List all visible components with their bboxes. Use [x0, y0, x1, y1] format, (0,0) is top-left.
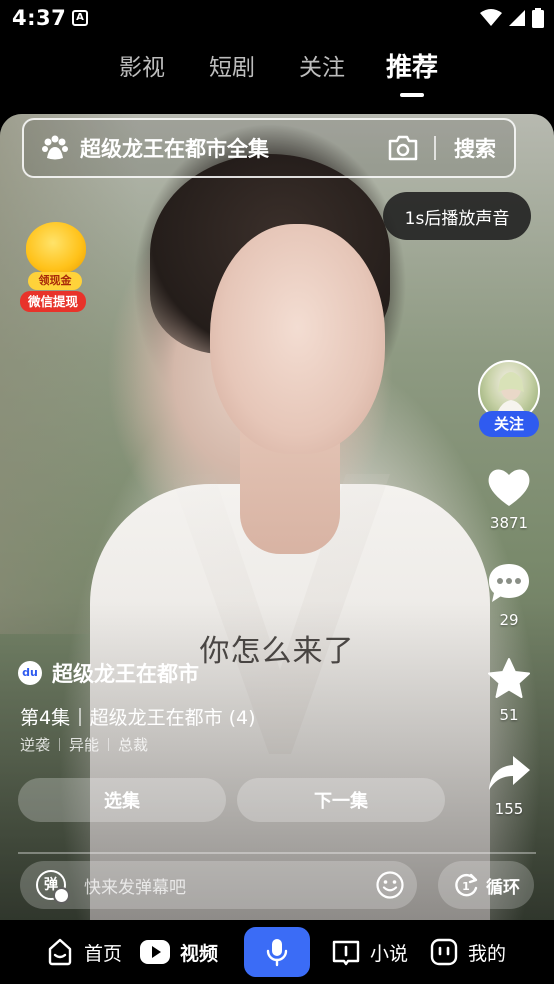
- star-icon: [488, 658, 530, 698]
- video-play-icon: [140, 940, 170, 964]
- bottom-nav: 首页 视频 小说 我的: [0, 920, 554, 984]
- home-icon: [48, 938, 72, 966]
- nav-home-label: 首页: [84, 942, 123, 965]
- top-tabs: 影视 短剧 关注 推荐: [0, 38, 554, 100]
- search-divider: [434, 136, 436, 160]
- loop-icon: 1: [455, 873, 478, 897]
- progress-divider: [18, 852, 536, 854]
- episode-info: 第4集 超级龙王在都市 (4): [20, 703, 256, 730]
- nav-home[interactable]: 首页: [44, 936, 122, 968]
- danmaku-toggle-icon[interactable]: 弹: [36, 870, 70, 904]
- tag-item[interactable]: 异能: [69, 734, 99, 755]
- baidu-paw-icon: [42, 135, 68, 160]
- episode-number: 第4集: [20, 707, 71, 729]
- tag-item[interactable]: 总裁: [118, 734, 148, 755]
- book-icon: [332, 940, 360, 966]
- notification-icon: A: [72, 10, 88, 26]
- loop-label: 循环: [486, 877, 520, 898]
- like-button[interactable]: 3871: [478, 466, 540, 532]
- status-bar: 4:37 A: [0, 0, 554, 36]
- voice-search-button[interactable]: [244, 927, 310, 977]
- comment-count: 29: [499, 611, 519, 629]
- piggy-bank-icon: [26, 222, 86, 274]
- show-title-row[interactable]: du 超级龙王在都市: [18, 658, 199, 688]
- nav-novel[interactable]: 小说: [330, 936, 408, 968]
- tab-movies[interactable]: 影视: [97, 48, 187, 82]
- search-query[interactable]: 超级龙王在都市全集: [80, 133, 386, 163]
- tab-following[interactable]: 关注: [277, 48, 367, 82]
- emoji-icon[interactable]: [375, 870, 405, 900]
- battery-icon: [532, 8, 544, 28]
- sound-tip[interactable]: 1s后播放声音: [383, 192, 531, 240]
- show-tags: 逆袭 异能 总裁: [20, 734, 148, 755]
- profile-face-icon: [430, 938, 458, 966]
- status-time: 4:37: [12, 6, 67, 30]
- cash-widget[interactable]: 领现金 微信提现: [18, 222, 88, 314]
- cash-label: 微信提现: [20, 291, 86, 312]
- loop-icon-number: 1: [462, 880, 470, 893]
- tag-divider: [108, 738, 110, 751]
- episode-divider: [79, 707, 81, 726]
- search-bar[interactable]: 超级龙王在都市全集 搜索: [22, 118, 516, 178]
- share-count: 155: [494, 800, 524, 818]
- loop-button[interactable]: 1 循环: [438, 861, 534, 909]
- share-icon: [489, 756, 530, 790]
- cash-tag: 领现金: [28, 272, 82, 290]
- select-episode-button[interactable]: 选集: [18, 778, 226, 822]
- tag-item[interactable]: 逆袭: [20, 734, 50, 755]
- tag-divider: [59, 738, 61, 751]
- signal-icon: [509, 10, 525, 26]
- microphone-icon: [266, 939, 288, 967]
- du-logo-icon: du: [18, 661, 42, 685]
- tab-recommended[interactable]: 推荐: [367, 47, 457, 97]
- wifi-icon: [480, 9, 502, 26]
- comment-button[interactable]: 29: [478, 561, 540, 629]
- share-button[interactable]: 155: [478, 752, 540, 818]
- tab-short-drama[interactable]: 短剧: [187, 48, 277, 82]
- episode-title: 超级龙王在都市 (4): [89, 707, 256, 729]
- status-icons: [480, 8, 544, 28]
- camera-icon[interactable]: [386, 134, 420, 162]
- nav-video-label: 视频: [180, 942, 219, 965]
- nav-profile-label: 我的: [468, 942, 507, 965]
- nav-novel-label: 小说: [370, 942, 409, 965]
- video-figure-face: [210, 224, 385, 454]
- nav-video[interactable]: 视频: [138, 936, 218, 968]
- comment-icon: [489, 564, 529, 602]
- show-title[interactable]: 超级龙王在都市: [52, 658, 199, 688]
- danmaku-input[interactable]: 快来发弹幕吧: [84, 873, 375, 898]
- search-button[interactable]: 搜索: [454, 133, 496, 163]
- favorite-count: 51: [499, 706, 519, 724]
- heart-icon: [488, 469, 530, 506]
- like-count: 3871: [489, 514, 529, 532]
- nav-profile[interactable]: 我的: [428, 936, 506, 968]
- danmaku-input-bar[interactable]: 弹 快来发弹幕吧: [20, 861, 417, 909]
- follow-button[interactable]: 关注: [479, 411, 539, 437]
- next-episode-button[interactable]: 下一集: [237, 778, 445, 822]
- favorite-button[interactable]: 51: [478, 656, 540, 724]
